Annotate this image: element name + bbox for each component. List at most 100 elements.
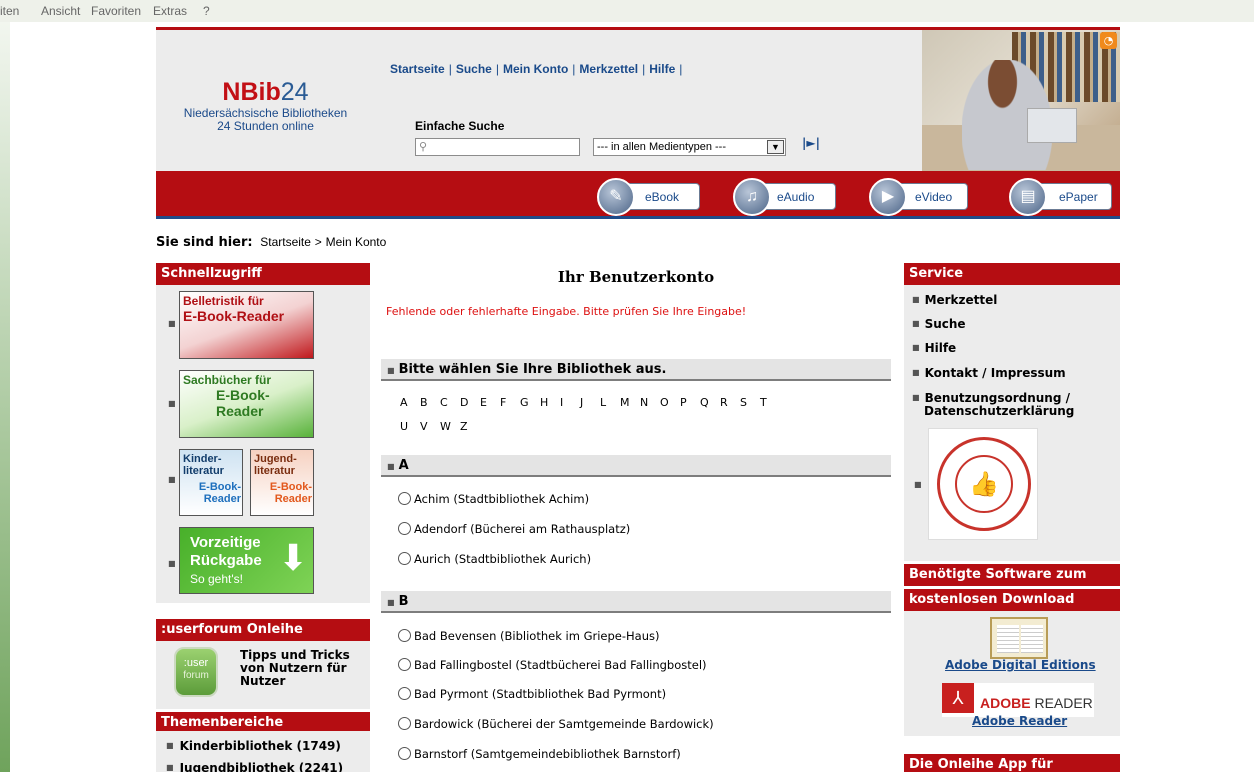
library-radio[interactable]: Bad Pyrmont (Stadtbibliothek Bad Pyrmont… — [398, 686, 666, 702]
adobe-reader-logo-product: READER — [1030, 695, 1093, 711]
menu-item-ansicht[interactable]: Ansicht — [41, 4, 80, 18]
error-message: Fehlende oder fehlerhafte Eingabe. Bitte… — [386, 305, 747, 318]
list-item[interactable]: ■ Jugendbibliothek (2241) — [166, 761, 343, 772]
alpha-link[interactable]: F — [500, 396, 520, 409]
media-type-select[interactable]: --- in allen Medientypen --- ▼ — [593, 138, 786, 156]
adobe-reader-link[interactable]: Adobe Reader — [972, 714, 1067, 728]
menu-item-extras[interactable]: Extras — [153, 4, 187, 18]
service-link-label: Benutzungsordnung / — [924, 391, 1071, 405]
menu-item-help[interactable]: ? — [203, 4, 210, 18]
alpha-link[interactable]: Z — [460, 420, 480, 433]
alpha-link[interactable]: N — [640, 396, 660, 409]
library-radio[interactable]: Aurich (Stadtbibliothek Aurich) — [398, 551, 591, 567]
kinderliteratur-tile[interactable]: Kinder- literatur E-Book-Reader — [179, 449, 243, 516]
themen-item-label: Jugendbibliothek (2241) — [179, 761, 344, 772]
alpha-link[interactable]: J — [580, 396, 600, 409]
library-radio[interactable]: Adendorf (Bücherei am Rathausplatz) — [398, 521, 630, 537]
userforum-header: :userforum Onleihe — [156, 619, 370, 641]
library-radio[interactable]: Bad Fallingbostel (Stadtbücherei Bad Fal… — [398, 657, 707, 673]
group-b-label: B — [398, 594, 409, 609]
nav-suche[interactable]: Suche — [456, 62, 492, 76]
userforum-panel[interactable]: :user forum Tipps und Tricks von Nutzern … — [156, 641, 370, 709]
radio-button[interactable] — [398, 522, 411, 535]
rueckgabe-tile-line2: Rückgabe — [190, 552, 262, 569]
alpha-link[interactable]: R — [720, 396, 740, 409]
radio-button[interactable] — [398, 687, 411, 700]
alpha-link[interactable]: I — [560, 396, 580, 409]
service-link-suche[interactable]: ■ Suche — [912, 317, 966, 331]
library-label: Bad Bevensen (Bibliothek im Griepe-Haus) — [414, 629, 660, 643]
belletristik-tile[interactable]: Belletristik für E-Book-Reader — [179, 291, 314, 359]
adobe-digital-editions-icon[interactable] — [990, 617, 1048, 659]
page-title: Ihr Benutzerkonto — [557, 268, 715, 286]
breadcrumb-startseite[interactable]: Startseite — [260, 235, 311, 249]
alpha-link[interactable]: H — [540, 396, 560, 409]
nav-startseite[interactable]: Startseite — [390, 62, 445, 76]
vorzeitige-rueckgabe-tile[interactable]: Vorzeitige Rückgabe So geht's! ⬇ — [179, 527, 314, 594]
nav-separator: | — [448, 62, 452, 76]
nav-mein-konto[interactable]: Mein Konto — [503, 62, 568, 76]
alpha-link[interactable]: E — [480, 396, 500, 409]
rss-icon[interactable]: ◔ — [1100, 32, 1117, 49]
site-logo[interactable]: NBib24 Niedersächsische Bibliotheken 24 … — [156, 78, 375, 133]
epaper-button[interactable]: ▤ ePaper — [1009, 178, 1112, 216]
menu-item-favoriten[interactable]: Favoriten — [91, 4, 141, 18]
service-link-label: Suche — [924, 317, 966, 331]
list-bullet: ■ — [168, 319, 176, 328]
adobe-reader-logo[interactable]: ⅄ ADOBE READER — [942, 683, 1094, 717]
alpha-link[interactable]: W — [440, 420, 460, 433]
library-radio[interactable]: Bad Bevensen (Bibliothek im Griepe-Haus) — [398, 628, 659, 644]
alpha-link[interactable]: V — [420, 420, 440, 433]
choose-library-header: ■ Bitte wählen Sie Ihre Bibliothek aus. — [381, 359, 891, 381]
radio-button[interactable] — [398, 492, 411, 505]
adobe-digital-editions-link[interactable]: Adobe Digital Editions — [945, 658, 1096, 672]
ebook-button[interactable]: ✎ eBook — [597, 178, 700, 216]
right-to-e-read-seal[interactable]: 👍 — [928, 428, 1038, 540]
alpha-link[interactable]: Q — [700, 396, 720, 409]
evideo-button[interactable]: ▶ eVideo — [869, 178, 968, 216]
nav-hilfe[interactable]: Hilfe — [649, 62, 675, 76]
nav-separator: | — [642, 62, 646, 76]
logo-area[interactable]: NBib24 Niedersächsische Bibliotheken 24 … — [156, 30, 375, 171]
alpha-link[interactable]: U — [400, 420, 420, 433]
radio-button[interactable] — [398, 717, 411, 730]
service-link-merkzettel[interactable]: ■ Merkzettel — [912, 293, 997, 307]
chevron-down-icon[interactable]: ▼ — [767, 140, 784, 154]
radio-button[interactable] — [398, 629, 411, 642]
nav-merkzettel[interactable]: Merkzettel — [579, 62, 638, 76]
sachbuecher-tile[interactable]: Sachbücher für E-Book-Reader — [179, 370, 314, 438]
radio-button[interactable] — [398, 658, 411, 671]
alpha-link[interactable]: A — [400, 396, 420, 409]
alpha-link[interactable]: G — [520, 396, 540, 409]
library-radio[interactable]: Bardowick (Bücherei der Samtgemeinde Bar… — [398, 716, 714, 732]
alpha-link[interactable]: D — [460, 396, 480, 409]
list-bullet: ■ — [912, 295, 920, 304]
userforum-text[interactable]: Tipps und Tricks von Nutzern für Nutzer — [240, 649, 365, 688]
alpha-link[interactable]: T — [760, 396, 780, 409]
radio-button[interactable] — [398, 747, 411, 760]
library-radio[interactable]: Achim (Stadtbibliothek Achim) — [398, 491, 589, 507]
jugendliteratur-tile[interactable]: Jugend- literatur E-Book-Reader — [250, 449, 314, 516]
alpha-link[interactable]: M — [620, 396, 640, 409]
service-link-label: Hilfe — [924, 341, 957, 355]
userforum-icon[interactable]: :user forum — [174, 647, 218, 697]
alpha-link[interactable]: O — [660, 396, 680, 409]
radio-button[interactable] — [398, 552, 411, 565]
library-radio[interactable]: Barnstorf (Samtgemeindebibliothek Barnst… — [398, 746, 681, 762]
alpha-link[interactable]: L — [600, 396, 620, 409]
alpha-link[interactable]: S — [740, 396, 760, 409]
service-link-hilfe[interactable]: ■ Hilfe — [912, 341, 956, 355]
group-b-header: ■ B — [381, 591, 891, 613]
menu-item-bearbeiten[interactable]: iten — [0, 4, 19, 18]
adobe-reader-logo-brand: ADOBE — [980, 695, 1031, 711]
service-link-benutzungsordnung[interactable]: ■ Benutzungsordnung / Datenschutzerklärung — [912, 391, 1074, 418]
eaudio-button[interactable]: ♫ eAudio — [733, 178, 836, 216]
service-link-kontakt[interactable]: ■ Kontakt / Impressum — [912, 366, 1066, 380]
search-input[interactable]: ⚲ — [415, 138, 580, 156]
alpha-link[interactable]: P — [680, 396, 700, 409]
alpha-link[interactable]: B — [420, 396, 440, 409]
alpha-link[interactable]: C — [440, 396, 460, 409]
search-go-button[interactable]: |►| — [802, 136, 820, 150]
page-icon — [1021, 625, 1043, 653]
list-item[interactable]: ■ Kinderbibliothek (1749) — [166, 739, 341, 753]
